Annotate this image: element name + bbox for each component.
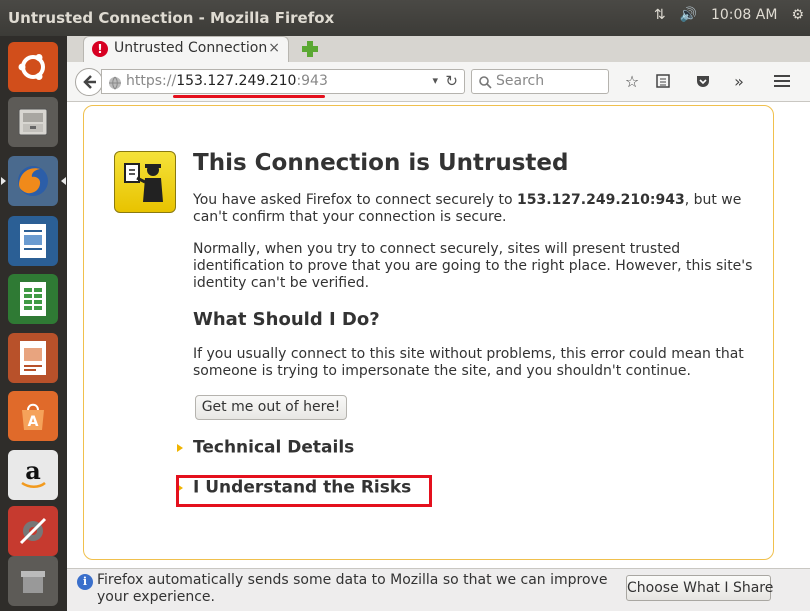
amazon-icon[interactable]: a	[8, 450, 58, 500]
url-text: https://153.127.249.210:943	[126, 73, 328, 89]
technical-details-expander[interactable]: Technical Details	[177, 437, 354, 458]
settings-gear-icon[interactable]: ⚙	[791, 7, 804, 23]
new-tab-button[interactable]	[300, 39, 320, 59]
impress-icon[interactable]	[8, 333, 58, 383]
what-should-i-do-heading: What Should I Do?	[193, 309, 380, 330]
close-tab-icon[interactable]: ×	[268, 40, 280, 56]
search-input[interactable]: Search	[471, 69, 609, 94]
url-highlight-underline	[173, 95, 325, 98]
window-title: Untrusted Connection - Mozilla Firefox	[8, 9, 335, 27]
intro-paragraph: You have asked Firefox to connect secure…	[193, 192, 753, 226]
search-icon	[478, 74, 492, 93]
calc-icon[interactable]	[8, 274, 58, 324]
ubuntu-dash-icon[interactable]	[8, 42, 58, 92]
url-scheme: https://	[126, 73, 177, 89]
overflow-chevron-icon[interactable]: »	[729, 71, 749, 91]
pocket-icon[interactable]	[693, 71, 713, 91]
get-me-out-button[interactable]: Get me out of here!	[195, 395, 347, 420]
page-title: This Connection is Untrusted	[193, 150, 569, 176]
explanation-paragraph: Normally, when you try to connect secure…	[193, 241, 753, 291]
top-panel: Untrusted Connection - Mozilla Firefox ⇅…	[0, 0, 810, 36]
technical-details-label: Technical Details	[193, 437, 355, 458]
scrollbar[interactable]	[800, 102, 810, 568]
svg-text:a: a	[25, 457, 41, 485]
writer-icon[interactable]	[8, 216, 58, 266]
url-host: 153.127.249.210	[176, 73, 297, 89]
security-officer-icon	[114, 151, 176, 213]
svg-text:A: A	[28, 414, 39, 430]
tab-untrusted-connection[interactable]: ! Untrusted Connection ×	[83, 36, 289, 62]
system-settings-icon[interactable]	[8, 506, 58, 556]
url-bar[interactable]: https://153.127.249.210:943 ▾ ↻	[101, 69, 465, 94]
risks-highlight-box	[176, 475, 432, 507]
bookmarks-list-icon[interactable]	[653, 71, 673, 91]
hamburger-menu-icon[interactable]	[772, 71, 792, 91]
error-card: This Connection is Untrusted You have as…	[83, 105, 774, 560]
url-port: :943	[296, 73, 328, 89]
firefox-icon[interactable]	[8, 156, 58, 206]
url-dropdown-icon[interactable]: ▾	[432, 74, 438, 87]
intro-text-pre: You have asked Firefox to connect secure…	[193, 192, 518, 208]
back-button[interactable]	[75, 68, 103, 96]
warning-icon: !	[92, 41, 108, 57]
bookmark-star-icon[interactable]: ☆	[622, 71, 642, 91]
advice-paragraph: If you usually connect to this site with…	[193, 346, 744, 379]
search-placeholder: Search	[496, 73, 545, 89]
data-sharing-notification: i Firefox automatically sends some data …	[67, 568, 810, 611]
files-icon[interactable]	[8, 97, 58, 147]
intro-host: 153.127.249.210:943	[517, 192, 685, 208]
info-icon: i	[77, 574, 93, 590]
software-center-icon[interactable]: A	[8, 391, 58, 441]
clock[interactable]: 10:08 AM	[711, 7, 777, 23]
tab-strip: ! Untrusted Connection ×	[67, 36, 810, 62]
notification-text: Firefox automatically sends some data to…	[97, 572, 608, 605]
page-content: This Connection is Untrusted You have as…	[67, 102, 800, 568]
system-tray: ⇅ 🔊 10:08 AM ⚙	[654, 7, 804, 23]
launcher: A a	[0, 36, 67, 611]
expand-triangle-icon	[177, 443, 183, 452]
choose-what-i-share-button[interactable]: Choose What I Share	[626, 575, 773, 601]
network-icon[interactable]: ⇅	[654, 7, 666, 23]
tab-label: Untrusted Connection	[114, 40, 268, 56]
trash-icon[interactable]	[8, 556, 58, 606]
globe-icon[interactable]	[108, 75, 122, 94]
volume-icon[interactable]: 🔊	[680, 7, 697, 23]
reload-icon[interactable]: ↻	[445, 72, 458, 90]
